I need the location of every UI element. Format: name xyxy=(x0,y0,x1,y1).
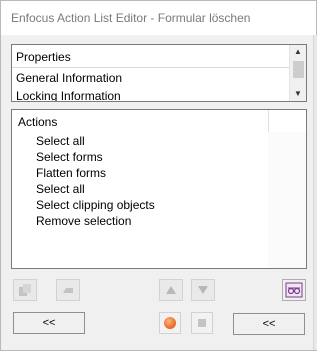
stop-button[interactable] xyxy=(191,312,213,334)
properties-item-locking-information[interactable]: Locking Information xyxy=(16,89,121,101)
stop-icon xyxy=(198,319,206,327)
action-item-select-forms[interactable]: Select forms xyxy=(36,150,103,164)
back-button-right[interactable]: << xyxy=(233,313,305,335)
move-down-icon xyxy=(198,286,208,294)
scroll-down-icon[interactable]: ▼ xyxy=(290,87,306,101)
remove-action-button[interactable] xyxy=(56,279,80,301)
actions-list[interactable]: Actions Select all Select forms Flatten … xyxy=(11,109,307,269)
back-button-left[interactable]: << xyxy=(13,312,85,334)
add-icon xyxy=(19,284,31,296)
actions-header: Actions xyxy=(18,115,58,129)
window-title: Enfocus Action List Editor - Formular lö… xyxy=(11,11,251,25)
record-button[interactable] xyxy=(159,312,181,334)
glasses-icon xyxy=(285,282,303,298)
scroll-up-icon[interactable]: ▲ xyxy=(290,45,306,59)
action-list-editor-window: Enfocus Action List Editor - Formular lö… xyxy=(0,0,317,351)
properties-scrollbar[interactable]: ▲ ▼ xyxy=(289,45,306,101)
properties-list[interactable]: Properties General Information Locking I… xyxy=(11,44,307,102)
add-action-button[interactable] xyxy=(13,279,37,301)
record-icon xyxy=(164,317,176,329)
move-up-icon xyxy=(166,286,176,294)
side-panel-edge xyxy=(313,35,317,350)
properties-header: Properties xyxy=(16,50,71,64)
title-bar: Enfocus Action List Editor - Formular lö… xyxy=(1,1,316,35)
move-down-button[interactable] xyxy=(191,279,215,301)
action-item-remove-selection[interactable]: Remove selection xyxy=(36,214,131,228)
action-item-flatten-forms[interactable]: Flatten forms xyxy=(36,166,106,180)
actions-header-divider xyxy=(268,110,269,132)
preview-button[interactable] xyxy=(282,279,306,301)
scroll-thumb[interactable] xyxy=(293,61,304,78)
action-item-select-all-2[interactable]: Select all xyxy=(36,182,85,196)
properties-item-general-information[interactable]: General Information xyxy=(16,71,122,85)
properties-separator xyxy=(12,67,290,68)
move-up-button[interactable] xyxy=(159,279,183,301)
action-item-select-all[interactable]: Select all xyxy=(36,134,85,148)
action-item-select-clipping-objects[interactable]: Select clipping objects xyxy=(36,198,155,212)
actions-secondary-column xyxy=(268,132,306,268)
remove-icon xyxy=(63,288,73,293)
